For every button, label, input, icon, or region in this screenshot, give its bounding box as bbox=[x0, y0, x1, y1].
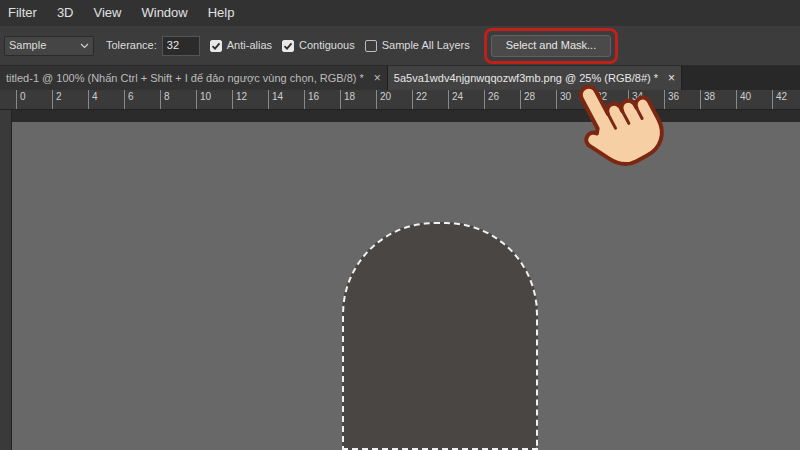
vertical-ruler bbox=[0, 110, 12, 450]
canvas-area bbox=[0, 110, 800, 450]
horizontal-ruler: 024681012141618202224262830323436384042 bbox=[0, 90, 800, 110]
ruler-mark: 24 bbox=[448, 90, 484, 109]
option-checkbox[interactable]: Anti-alias bbox=[210, 37, 272, 54]
tab-close[interactable]: × bbox=[668, 69, 675, 87]
ruler-mark: 16 bbox=[304, 90, 340, 109]
button-highlight: Select and Mask... bbox=[484, 28, 619, 64]
option-checkbox[interactable]: Sample All Layers bbox=[365, 37, 470, 54]
ruler-mark: 22 bbox=[412, 90, 448, 109]
checkbox-box[interactable] bbox=[282, 40, 294, 52]
checkbox-label: Sample All Layers bbox=[382, 37, 470, 54]
option-checkbox[interactable]: Contiguous bbox=[282, 37, 355, 54]
ruler-mark: 4 bbox=[88, 90, 124, 109]
tolerance-input[interactable]: 32 bbox=[162, 36, 200, 56]
ruler-mark: 28 bbox=[520, 90, 556, 109]
ruler-mark: 2 bbox=[52, 90, 88, 109]
menu-item[interactable]: View bbox=[94, 3, 122, 23]
tab-label: 5a5va1wdv4njgnwqqozwf3mb.png @ 25% (RGB/… bbox=[394, 70, 658, 87]
ruler-mark: 36 bbox=[664, 90, 700, 109]
check-icon bbox=[211, 41, 221, 51]
tab-close[interactable]: × bbox=[374, 69, 381, 87]
sample-dropdown[interactable]: Sample bbox=[4, 36, 94, 56]
checkbox-box[interactable] bbox=[210, 40, 222, 52]
menu-bar: Filter 3D View Window Help bbox=[0, 0, 800, 26]
ruler-mark: 18 bbox=[340, 90, 376, 109]
ruler-mark: 40 bbox=[736, 90, 772, 109]
selected-subject[interactable] bbox=[342, 222, 538, 450]
canvas-frame bbox=[12, 110, 800, 450]
chevron-down-icon bbox=[80, 43, 89, 49]
checkbox-box[interactable] bbox=[365, 40, 377, 52]
tolerance-field: Tolerance: 32 bbox=[106, 36, 200, 56]
options-bar: Sample Tolerance: 32 Anti-alias Contiguous Sa… bbox=[0, 26, 800, 66]
tolerance-label: Tolerance: bbox=[106, 37, 157, 54]
document-tabs: titled-1 @ 100% (Nhấn Ctrl + Shift + I đ… bbox=[0, 66, 800, 90]
ruler-mark: 12 bbox=[232, 90, 268, 109]
check-icon bbox=[283, 41, 293, 51]
document-tab[interactable]: titled-1 @ 100% (Nhấn Ctrl + Shift + I đ… bbox=[0, 66, 388, 90]
document-tab[interactable]: 5a5va1wdv4njgnwqqozwf3mb.png @ 25% (RGB/… bbox=[388, 66, 682, 90]
checkbox-label: Contiguous bbox=[299, 37, 355, 54]
menu-item[interactable]: 3D bbox=[57, 3, 74, 23]
ruler-mark: 6 bbox=[124, 90, 160, 109]
ruler-mark: 14 bbox=[268, 90, 304, 109]
photoshop-window: Filter 3D View Window Help Sample Tolerance: 32… bbox=[0, 0, 800, 450]
menu-item[interactable]: Help bbox=[208, 3, 235, 23]
checkbox-label: Anti-alias bbox=[227, 37, 272, 54]
ruler-mark: 26 bbox=[484, 90, 520, 109]
photo bbox=[12, 122, 800, 450]
menu-item[interactable]: Filter bbox=[8, 3, 37, 23]
menu-item[interactable]: Window bbox=[141, 3, 187, 23]
tab-label: titled-1 @ 100% (Nhấn Ctrl + Shift + I đ… bbox=[6, 70, 364, 87]
select-and-mask-button[interactable]: Select and Mask... bbox=[491, 35, 612, 57]
ruler-mark: 20 bbox=[376, 90, 412, 109]
ruler-mark: 42 bbox=[772, 90, 800, 109]
ruler-mark: 38 bbox=[700, 90, 736, 109]
ruler-mark: 10 bbox=[196, 90, 232, 109]
ruler-mark: 8 bbox=[160, 90, 196, 109]
ruler-mark: 0 bbox=[16, 90, 52, 109]
